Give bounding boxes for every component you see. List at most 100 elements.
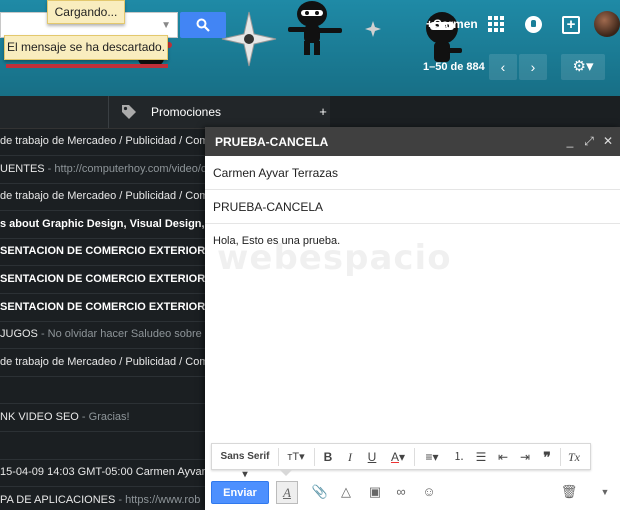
ninja-illustration xyxy=(288,1,342,55)
mail-snippet: - No olvidar hacer Saludeo sobre la xyxy=(37,328,205,341)
search-button[interactable] xyxy=(180,12,226,38)
attach-icon[interactable]: 📎 xyxy=(310,482,330,502)
recipient-value: Carmen Ayvar Terrazas xyxy=(213,166,338,180)
gear-icon: ⚙▾ xyxy=(572,58,594,75)
mail-row[interactable]: SENTACION DE COMERCIO EXTERIOR - A xyxy=(0,266,205,294)
notifications-bell-icon[interactable] xyxy=(525,16,542,33)
mail-sender: 15-04-09 14:03 GMT-05:00 Carmen Ayvar T xyxy=(0,466,205,479)
toolbar-separator xyxy=(414,448,415,466)
app-header: ▼ Cargando... El mensaje se ha descartad… xyxy=(0,0,620,96)
toolbar-separator xyxy=(278,448,279,466)
search-icon xyxy=(196,18,210,32)
prev-page-button[interactable]: ‹ xyxy=(489,54,517,80)
subject-value: PRUEBA-CANCELA xyxy=(213,200,324,214)
apps-grid-icon[interactable] xyxy=(488,16,504,32)
link-icon[interactable]: ∞ xyxy=(391,482,411,502)
mail-sender: SENTACION DE COMERCIO EXTERIOR - A xyxy=(0,245,205,258)
mail-sender: UENTES xyxy=(0,162,45,175)
search-options-icon[interactable]: ▼ xyxy=(161,20,171,31)
subject-field[interactable]: PRUEBA-CANCELA xyxy=(205,190,620,224)
bold-icon[interactable]: B xyxy=(320,448,336,466)
mail-row[interactable] xyxy=(0,376,205,405)
next-page-button[interactable]: › xyxy=(519,54,547,80)
mail-row[interactable]: UENTES - http://computerhoy.com/video/co… xyxy=(0,156,205,184)
compose-title: PRUEBA-CANCELA xyxy=(215,135,329,149)
mail-sender: de trabajo de Mercadeo / Publicidad / Co… xyxy=(0,190,205,203)
mail-sender: de trabajo de Mercadeo / Publicidad / Co… xyxy=(0,355,205,368)
drive-icon[interactable]: △ xyxy=(336,482,356,502)
mail-row[interactable]: 15-04-09 14:03 GMT-05:00 Carmen Ayvar T xyxy=(0,459,205,488)
photo-icon[interactable]: ▣ xyxy=(365,482,385,502)
emoji-icon[interactable]: ☺ xyxy=(419,482,439,502)
mail-sender: NK VIDEO SEO xyxy=(0,411,79,423)
share-plus-icon[interactable]: + xyxy=(562,16,580,34)
add-tab-button[interactable]: + xyxy=(317,102,329,122)
discarded-notification: El mensaje se ha descartado. xyxy=(4,35,168,60)
mail-sender: SENTACION DE COMERCIO EXTERIOR - A xyxy=(0,273,205,285)
underline-icon[interactable]: U xyxy=(364,448,380,466)
mail-row[interactable]: NK VIDEO SEO - Gracias! xyxy=(0,404,205,432)
text-color-icon[interactable]: A▾ xyxy=(386,448,410,466)
compose-header: PRUEBA-CANCELA _ ⤢ ✕ xyxy=(205,127,620,156)
remove-formatting-icon[interactable]: Tx xyxy=(564,448,584,466)
expand-icon[interactable]: ⤢ xyxy=(582,132,596,150)
small-shuriken-icon xyxy=(365,21,381,37)
mail-list: de trabajo de Mercadeo / Publicidad / Co… xyxy=(0,128,205,510)
mail-snippet: - https://www.rob xyxy=(115,493,201,506)
send-button[interactable]: Enviar xyxy=(211,481,269,504)
tab-divider xyxy=(108,96,109,128)
ninja-illustration-right xyxy=(426,12,462,62)
font-family-select[interactable]: Sans Serif ▾ xyxy=(218,448,272,480)
numbered-list-icon[interactable]: ⒈ xyxy=(450,448,468,466)
shuriken-icon xyxy=(221,11,277,67)
chevron-right-icon: › xyxy=(530,59,536,75)
mail-row[interactable]: de trabajo de Mercadeo / Publicidad / Co… xyxy=(0,128,205,156)
pagination-count: 1–50 de 884 xyxy=(423,61,485,73)
recipient-field[interactable]: Carmen Ayvar Terrazas xyxy=(205,156,620,190)
bulleted-list-icon[interactable]: ☰ xyxy=(472,448,490,466)
italic-icon[interactable]: I xyxy=(342,448,358,466)
mail-row[interactable]: de trabajo de Mercadeo / Publicidad / Co… xyxy=(0,183,205,212)
compose-window: PRUEBA-CANCELA _ ⤢ ✕ Carmen Ayvar Terraz… xyxy=(205,127,620,510)
font-family-value: Sans Serif xyxy=(220,451,270,462)
red-accent-bar xyxy=(6,64,168,68)
toolbar-separator xyxy=(314,448,315,466)
mail-sender: PA DE APLICACIONES xyxy=(0,493,116,506)
compose-actions: Enviar A 📎 △ ▣ ∞ ☺ 🗑 ▼ xyxy=(205,477,620,510)
mail-row[interactable]: PA DE APLICACIONES - https://www.rob xyxy=(0,487,205,510)
indent-more-icon[interactable]: ⇥ xyxy=(516,448,534,466)
mail-sender: s about Graphic Design, Visual Design, a… xyxy=(0,217,205,230)
avatar[interactable] xyxy=(594,11,620,37)
trash-icon[interactable]: 🗑 xyxy=(559,482,579,502)
account-name-link[interactable]: +Carmen xyxy=(426,17,478,31)
formatting-toolbar: Sans Serif ▾ ᴛT▾ B I U A▾ ≡▾ ⒈ ☰ ⇤ ⇥ ❞ T… xyxy=(211,443,591,480)
toolbar-pointer xyxy=(280,470,292,476)
inbox-tabs: Promociones + xyxy=(0,96,330,129)
mail-snippet: - http://computerhoy.com/video/com xyxy=(44,162,205,175)
tab-promotions-label: Promociones xyxy=(151,105,222,119)
mail-sender: SENTACION DE COMERCIO EXTERIOR xyxy=(0,300,205,313)
tag-icon xyxy=(122,105,136,119)
align-icon[interactable]: ≡▾ xyxy=(420,448,444,466)
formatting-options-icon[interactable]: A xyxy=(276,481,298,504)
minimize-icon[interactable]: _ xyxy=(563,132,577,150)
indent-less-icon[interactable]: ⇤ xyxy=(494,448,512,466)
mail-sender: de trabajo de Mercadeo / Publicidad / Co… xyxy=(0,135,205,147)
close-icon[interactable]: ✕ xyxy=(601,132,615,150)
chevron-left-icon: ‹ xyxy=(500,59,506,75)
mail-row[interactable] xyxy=(0,432,205,460)
quote-icon[interactable]: ❞ xyxy=(538,448,556,466)
mail-row[interactable]: JUGOS - No olvidar hacer Saludeo sobre l… xyxy=(0,321,205,350)
more-options-icon[interactable]: ▼ xyxy=(595,482,615,502)
mail-snippet: - Gracias! xyxy=(78,411,130,423)
message-body[interactable]: webespacio Hola, Esto es una prueba. xyxy=(205,226,620,436)
message-body-text: Hola, Esto es una prueba. xyxy=(213,235,341,247)
mail-sender: JUGOS xyxy=(0,328,38,341)
mail-row[interactable]: SENTACION DE COMERCIO EXTERIOR - A xyxy=(0,238,205,267)
mail-row[interactable]: SENTACION DE COMERCIO EXTERIOR - E xyxy=(0,294,205,322)
font-size-icon[interactable]: ᴛT▾ xyxy=(282,448,310,466)
mail-row[interactable]: s about Graphic Design, Visual Design, a… xyxy=(0,211,205,239)
mail-row[interactable]: de trabajo de Mercadeo / Publicidad / Co… xyxy=(0,349,205,377)
loading-indicator: Cargando... xyxy=(47,0,125,24)
settings-button[interactable]: ⚙▾ xyxy=(561,54,605,80)
